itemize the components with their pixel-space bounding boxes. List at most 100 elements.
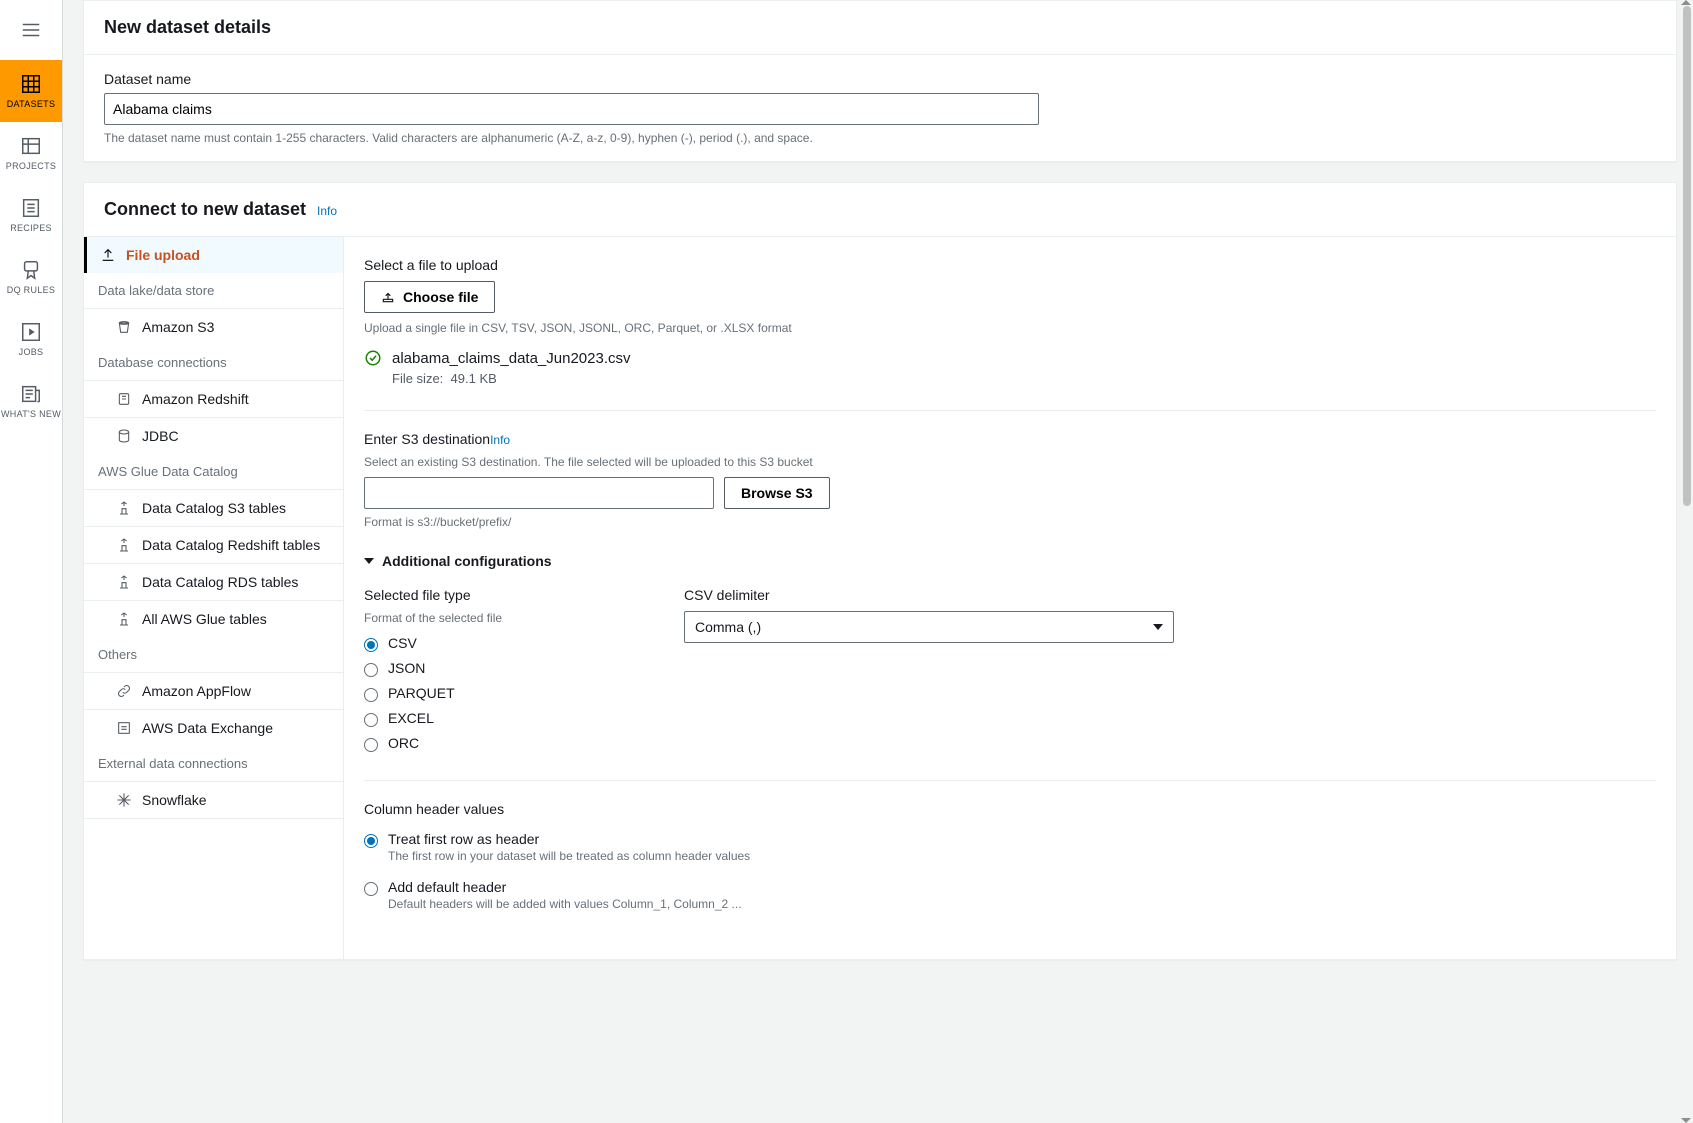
radio-label: PARQUET bbox=[388, 685, 455, 701]
filetype-label: Selected file type bbox=[364, 587, 644, 603]
source-adx[interactable]: AWS Data Exchange bbox=[84, 709, 343, 746]
source-appflow[interactable]: Amazon AppFlow bbox=[84, 672, 343, 709]
source-s3[interactable]: Amazon S3 bbox=[84, 308, 343, 345]
scroll-down-icon bbox=[1681, 1118, 1691, 1123]
filetype-csv[interactable]: CSV bbox=[364, 631, 644, 656]
dataset-name-input[interactable] bbox=[104, 93, 1039, 125]
delimiter-select[interactable]: Comma (,) bbox=[684, 611, 1174, 643]
source-label: All AWS Glue tables bbox=[142, 611, 267, 627]
radio-icon bbox=[364, 882, 378, 896]
scroll-up-icon bbox=[1681, 0, 1691, 5]
radio-label: Add default header bbox=[388, 879, 742, 895]
s3-dest-label-text: Enter S3 destination bbox=[364, 431, 490, 447]
s3-dest-info-link[interactable]: Info bbox=[490, 433, 510, 447]
filetype-hint: Format of the selected file bbox=[364, 611, 644, 625]
source-glue-redshift[interactable]: Data Catalog Redshift tables bbox=[84, 526, 343, 563]
nav-whats-new[interactable]: WHAT'S NEW bbox=[0, 370, 62, 432]
additional-config-expander[interactable]: Additional configurations bbox=[364, 553, 1656, 569]
source-label: File upload bbox=[126, 247, 200, 263]
file-size: 49.1 KB bbox=[451, 371, 497, 386]
hamburger-icon[interactable] bbox=[0, 0, 62, 60]
nav-datasets[interactable]: DATASETS bbox=[0, 60, 62, 122]
radio-label: EXCEL bbox=[388, 710, 434, 726]
source-glue-all[interactable]: All AWS Glue tables bbox=[84, 600, 343, 637]
nav-dq-rules[interactable]: DQ RULES bbox=[0, 246, 62, 308]
config-area: Select a file to upload Choose file Uplo… bbox=[344, 237, 1676, 959]
source-jdbc[interactable]: JDBC bbox=[84, 417, 343, 454]
source-snowflake[interactable]: Snowflake bbox=[84, 781, 343, 819]
radio-label: CSV bbox=[388, 635, 417, 651]
radio-label: JSON bbox=[388, 660, 425, 676]
button-label: Choose file bbox=[403, 289, 478, 305]
source-glue-rds[interactable]: Data Catalog RDS tables bbox=[84, 563, 343, 600]
header-first-row[interactable]: Treat first row as header The first row … bbox=[364, 827, 1656, 867]
scrollbar[interactable] bbox=[1681, 0, 1691, 1123]
file-meta: File size: 49.1 KB bbox=[392, 371, 1656, 386]
radio-label: ORC bbox=[388, 735, 419, 751]
exchange-icon bbox=[116, 720, 132, 736]
upload-label: Select a file to upload bbox=[364, 257, 1656, 273]
button-label: Browse S3 bbox=[741, 485, 813, 501]
source-label: Data Catalog Redshift tables bbox=[142, 537, 320, 553]
source-glue-s3[interactable]: Data Catalog S3 tables bbox=[84, 489, 343, 526]
badge-icon bbox=[20, 259, 42, 281]
source-category: Others bbox=[84, 637, 343, 672]
chevron-down-icon bbox=[1153, 624, 1163, 630]
header-default[interactable]: Add default header Default headers will … bbox=[364, 875, 1656, 915]
catalog-icon bbox=[116, 574, 132, 590]
choose-file-button[interactable]: Choose file bbox=[364, 281, 495, 313]
connect-title: Connect to new dataset Info bbox=[84, 183, 1676, 237]
file-name: alabama_claims_data_Jun2023.csv bbox=[392, 350, 630, 367]
bucket-icon bbox=[116, 319, 132, 335]
connect-panel: Connect to new dataset Info File upload … bbox=[83, 182, 1677, 960]
radio-icon bbox=[364, 834, 378, 848]
name-hint: The dataset name must contain 1-255 char… bbox=[104, 131, 1656, 145]
file-size-label: File size: bbox=[392, 371, 443, 386]
filetype-orc[interactable]: ORC bbox=[364, 731, 644, 756]
scroll-thumb[interactable] bbox=[1683, 6, 1691, 506]
filetype-excel[interactable]: EXCEL bbox=[364, 706, 644, 731]
source-file-upload[interactable]: File upload bbox=[84, 237, 343, 273]
expander-label: Additional configurations bbox=[382, 553, 552, 569]
side-rail: DATASETS PROJECTS RECIPES DQ RULES JOBS … bbox=[0, 0, 63, 1123]
radio-icon bbox=[364, 638, 378, 652]
nav-label: DATASETS bbox=[7, 99, 56, 109]
filetype-parquet[interactable]: PARQUET bbox=[364, 681, 644, 706]
s3-dest-label: Enter S3 destinationInfo bbox=[364, 431, 1656, 447]
play-icon bbox=[20, 321, 42, 343]
radio-hint: The first row in your dataset will be tr… bbox=[388, 849, 750, 863]
source-redshift[interactable]: Amazon Redshift bbox=[84, 380, 343, 417]
filetype-json[interactable]: JSON bbox=[364, 656, 644, 681]
connect-info-link[interactable]: Info bbox=[317, 204, 337, 218]
catalog-icon bbox=[116, 537, 132, 553]
source-category: AWS Glue Data Catalog bbox=[84, 454, 343, 489]
radio-icon bbox=[364, 713, 378, 727]
s3-format-hint: Format is s3://bucket/prefix/ bbox=[364, 515, 1656, 529]
details-panel: New dataset details Dataset name The dat… bbox=[83, 0, 1677, 162]
nav-projects[interactable]: PROJECTS bbox=[0, 122, 62, 184]
nav-label: JOBS bbox=[19, 347, 44, 357]
database-icon bbox=[116, 428, 132, 444]
upload-format-hint: Upload a single file in CSV, TSV, JSON, … bbox=[364, 321, 1656, 335]
connect-title-text: Connect to new dataset bbox=[104, 199, 306, 219]
s3-dest-sub: Select an existing S3 destination. The f… bbox=[364, 455, 1656, 469]
nav-jobs[interactable]: JOBS bbox=[0, 308, 62, 370]
database-icon bbox=[116, 391, 132, 407]
nav-recipes[interactable]: RECIPES bbox=[0, 184, 62, 246]
nav-label: DQ RULES bbox=[7, 285, 55, 295]
s3-dest-input[interactable] bbox=[364, 477, 714, 509]
chevron-down-icon bbox=[364, 558, 374, 564]
source-category: External data connections bbox=[84, 746, 343, 781]
main-content: New dataset details Dataset name The dat… bbox=[63, 0, 1693, 1123]
select-value: Comma (,) bbox=[695, 619, 761, 635]
source-label: Amazon Redshift bbox=[142, 391, 249, 407]
source-label: Snowflake bbox=[142, 792, 207, 808]
radio-hint: Default headers will be added with value… bbox=[388, 897, 742, 911]
upload-icon bbox=[100, 247, 116, 263]
source-label: AWS Data Exchange bbox=[142, 720, 273, 736]
uploaded-file: alabama_claims_data_Jun2023.csv bbox=[364, 349, 1656, 367]
details-title: New dataset details bbox=[84, 1, 1676, 55]
news-icon bbox=[20, 383, 42, 405]
browse-s3-button[interactable]: Browse S3 bbox=[724, 477, 830, 509]
source-label: JDBC bbox=[142, 428, 179, 444]
